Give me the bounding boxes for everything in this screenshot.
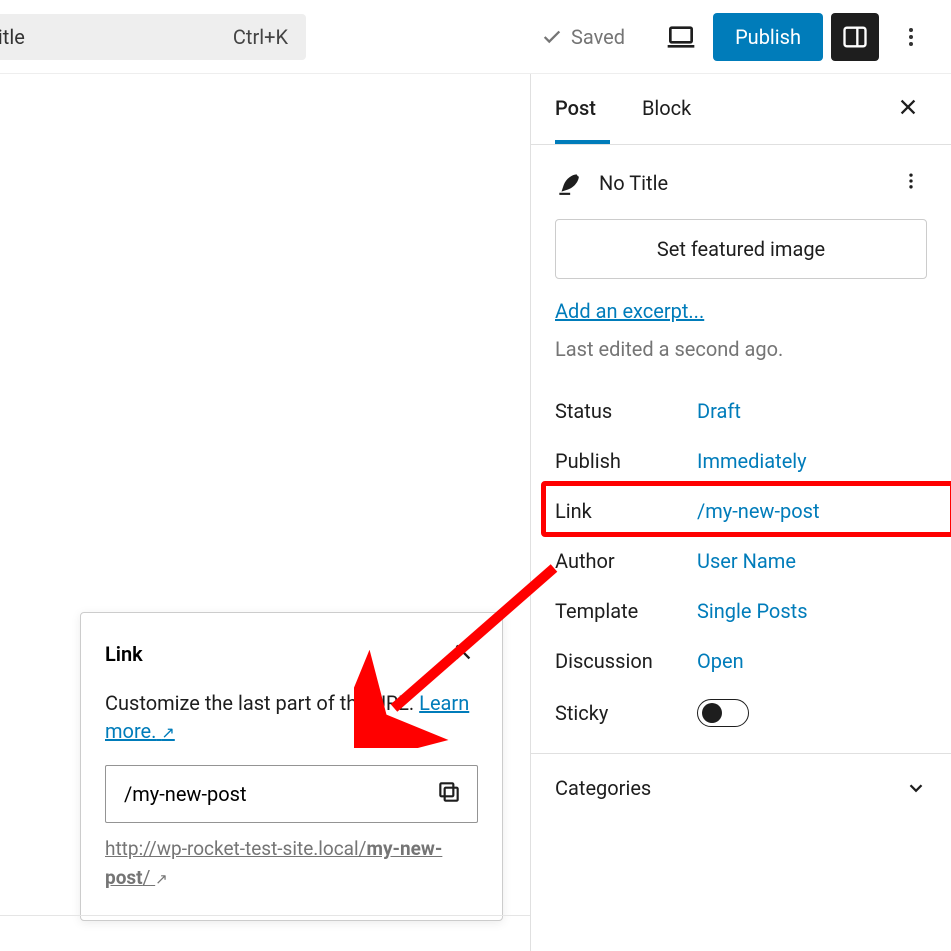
- settings-sidebar: Post Block No Title Set featured image A…: [531, 74, 951, 951]
- author-row: Author User Name: [555, 549, 927, 573]
- discussion-value[interactable]: Open: [697, 649, 744, 673]
- sidebar-tabs: Post Block: [531, 74, 951, 145]
- link-popover: Link Customize the last part of the URL.…: [80, 612, 503, 921]
- copy-link-button[interactable]: [430, 773, 468, 815]
- chevron-down-icon: [905, 777, 927, 799]
- sticky-row: Sticky: [555, 699, 927, 727]
- popover-close-button[interactable]: [448, 637, 478, 671]
- last-edited-text: Last edited a second ago.: [555, 337, 927, 361]
- sidebar-close-button[interactable]: [889, 88, 927, 130]
- link-label: Link: [555, 499, 697, 523]
- categories-label: Categories: [555, 776, 651, 800]
- author-value[interactable]: User Name: [697, 549, 796, 573]
- add-excerpt-link[interactable]: Add an excerpt...: [555, 299, 704, 323]
- template-value[interactable]: Single Posts: [697, 599, 808, 623]
- saved-label: Saved: [571, 25, 625, 49]
- save-status: Saved: [541, 25, 625, 49]
- copy-icon: [436, 779, 462, 805]
- sticky-toggle[interactable]: [697, 699, 749, 727]
- sidebar-icon: [841, 23, 869, 51]
- set-featured-image-button[interactable]: Set featured image: [555, 219, 927, 279]
- template-row: Template Single Posts: [555, 599, 927, 623]
- laptop-icon: [665, 21, 697, 53]
- dots-vertical-icon: [899, 25, 923, 49]
- view-button[interactable]: [657, 13, 705, 61]
- publish-row: Publish Immediately: [555, 449, 927, 473]
- categories-panel[interactable]: Categories: [555, 754, 927, 824]
- link-value[interactable]: /my-new-post: [697, 499, 820, 523]
- external-link-icon: ↗: [155, 868, 168, 891]
- post-type-icon: [555, 170, 581, 196]
- permalink-preview[interactable]: http://wp-rocket-test-site.local/my-new-…: [105, 837, 442, 889]
- status-row: Status Draft: [555, 399, 927, 423]
- publish-button[interactable]: Publish: [713, 13, 823, 61]
- document-title-switcher[interactable]: Title Ctrl+K: [0, 14, 306, 60]
- options-menu[interactable]: [887, 13, 935, 61]
- document-title-placeholder: Title: [0, 25, 25, 49]
- status-label: Status: [555, 399, 697, 423]
- close-icon: [897, 96, 919, 118]
- discussion-label: Discussion: [555, 649, 697, 673]
- close-icon: [452, 641, 474, 663]
- sticky-label: Sticky: [555, 701, 697, 725]
- slug-input[interactable]: [105, 765, 478, 823]
- template-label: Template: [555, 599, 697, 623]
- popover-title: Link: [105, 642, 143, 666]
- discussion-row: Discussion Open: [555, 649, 927, 673]
- publish-label: Publish: [555, 449, 697, 473]
- publish-value[interactable]: Immediately: [697, 449, 807, 473]
- check-icon: [541, 26, 563, 48]
- editor-canvas[interactable]: Link Customize the last part of the URL.…: [0, 74, 531, 951]
- popover-help-text: Customize the last part of the URL. Lear…: [105, 689, 478, 745]
- tab-post[interactable]: Post: [555, 74, 610, 144]
- tab-block[interactable]: Block: [642, 74, 705, 144]
- external-link-icon: ↗: [161, 723, 174, 742]
- shortcut-hint: Ctrl+K: [233, 25, 288, 49]
- post-title-row: No Title: [555, 165, 927, 201]
- post-actions-menu[interactable]: [895, 165, 927, 201]
- dots-vertical-icon: [901, 171, 921, 191]
- post-title: No Title: [599, 171, 895, 195]
- editor-main: Link Customize the last part of the URL.…: [0, 74, 951, 951]
- author-label: Author: [555, 549, 697, 573]
- settings-panel-toggle[interactable]: [831, 13, 879, 61]
- status-value[interactable]: Draft: [697, 399, 741, 423]
- link-row: Link /my-new-post: [555, 499, 927, 523]
- editor-top-bar: Title Ctrl+K Saved Publish: [0, 0, 951, 74]
